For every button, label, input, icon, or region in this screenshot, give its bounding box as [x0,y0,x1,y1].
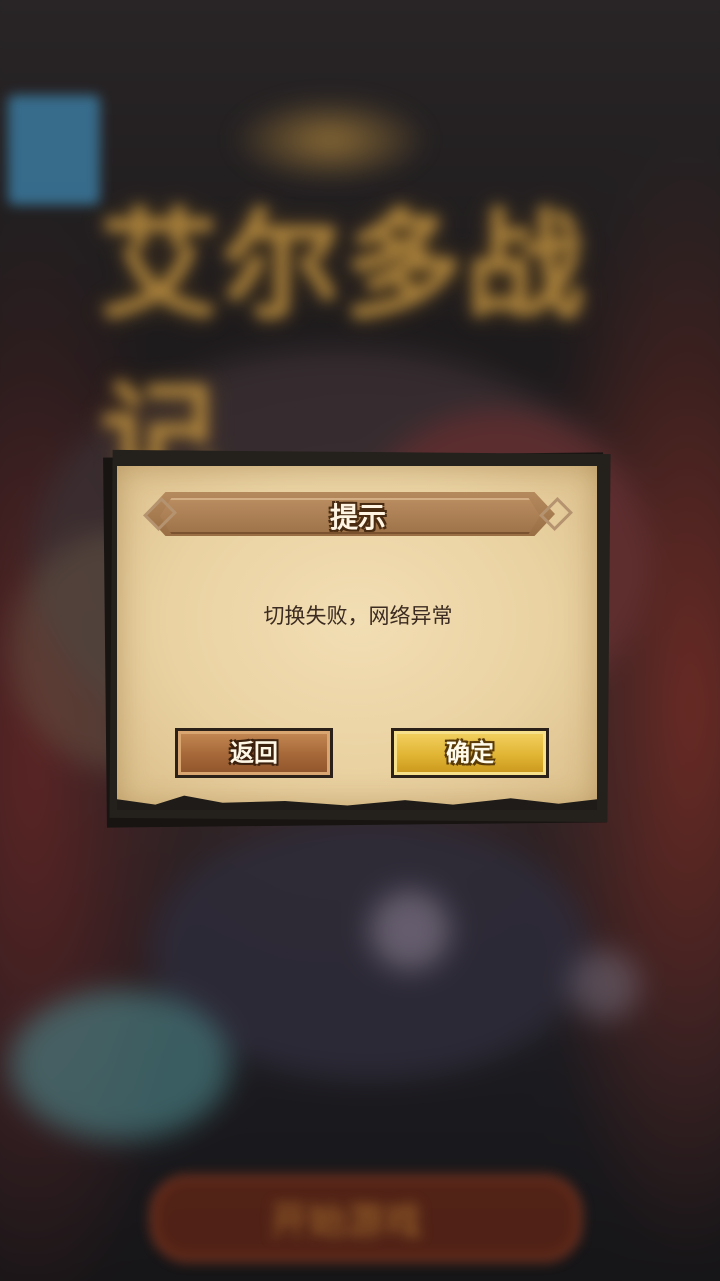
dialog-title: 提示 [329,501,386,534]
dialog-message: 切换失败，网络异常 [263,604,453,628]
back-button[interactable]: 返回 [175,728,333,778]
qr-code-badge [8,95,100,205]
confirm-button[interactable]: 确定 [391,728,549,778]
game-logo: 艾尔多战记 [100,196,589,506]
start-game-text: 开始游戏 [270,1199,423,1243]
alert-dialog: 提示 切换失败，网络异常 返回 确定 [103,449,611,828]
